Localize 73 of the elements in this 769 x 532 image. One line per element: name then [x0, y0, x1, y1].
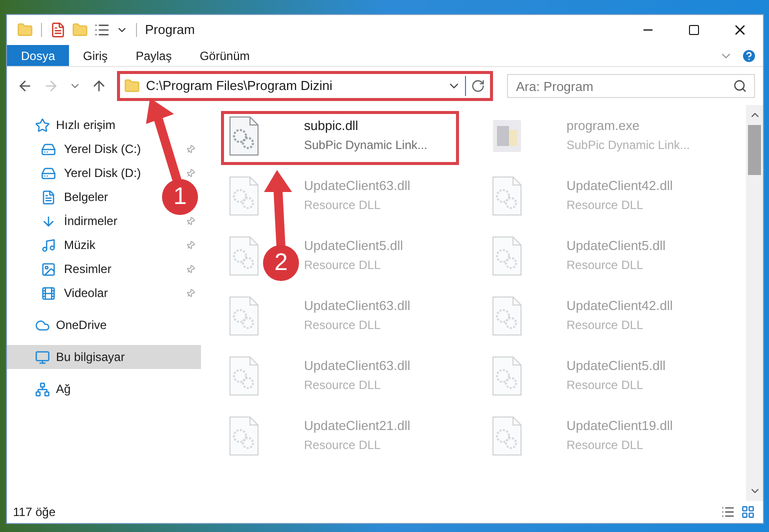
file-type: Resource DLL	[304, 196, 382, 214]
settings-file-icon	[490, 176, 522, 216]
nav-item[interactable]: Belgeler	[41, 185, 112, 209]
window-title: Program	[145, 21, 195, 40]
download-icon	[41, 214, 56, 228]
film-icon	[41, 286, 56, 300]
file-type: Resource DLL	[566, 436, 644, 454]
star-icon	[35, 118, 50, 132]
nav-item[interactable]: Bu bilgisayar	[7, 345, 201, 369]
nav-item[interactable]: OneDrive	[7, 313, 111, 337]
pin-icon[interactable]	[184, 262, 197, 276]
help-icon[interactable]	[741, 48, 757, 64]
nav-item[interactable]: Videolar	[41, 281, 201, 305]
ribbon-tab[interactable]: Görünüm	[186, 45, 264, 66]
properties-icon[interactable]	[94, 22, 110, 38]
large-icons-view-icon[interactable]	[741, 505, 755, 519]
pin-icon[interactable]	[184, 238, 197, 252]
file-type: Resource DLL	[304, 256, 382, 274]
file-item[interactable]: subpic.dll SubPic Dynamic Link...	[221, 111, 459, 165]
search-icon	[733, 79, 747, 93]
file-type: Resource DLL	[566, 376, 644, 394]
file-type: Resource DLL	[304, 376, 382, 394]
address-bar[interactable]: C:\Program Files\Program Dizini	[117, 71, 493, 101]
settings-file-icon	[490, 296, 522, 336]
document-icon	[41, 190, 56, 204]
file-name[interactable]: subpic.dll	[304, 116, 428, 136]
ribbon-tab[interactable]: Dosya	[7, 45, 70, 66]
network-icon	[35, 382, 50, 396]
nav-item[interactable]: Ağ	[7, 377, 75, 401]
settings-file-icon	[228, 296, 260, 336]
nav-item[interactable]: Müzik	[41, 233, 201, 257]
music-note-icon	[41, 238, 56, 252]
nav-item[interactable]: Resimler	[41, 257, 201, 281]
nav-item[interactable]: Yerel Disk (C:)	[41, 137, 201, 161]
file-type: SubPic Dynamic Link...	[566, 136, 690, 154]
settings-file-icon	[490, 236, 522, 276]
pin-icon[interactable]	[184, 166, 197, 180]
file-type: Resource DLL	[304, 316, 382, 334]
settings-file-icon	[228, 356, 260, 396]
settings-file-icon	[228, 236, 260, 276]
settings-file-icon	[228, 116, 260, 156]
pin-icon[interactable]	[184, 214, 197, 228]
drive-icon	[41, 166, 56, 180]
scrollbar[interactable]	[746, 105, 763, 501]
file-type: Resource DLL	[566, 196, 644, 214]
monitor-icon	[35, 350, 50, 364]
picture-frame-icon	[41, 262, 56, 276]
pin-icon[interactable]	[184, 142, 197, 156]
up-icon[interactable]	[91, 78, 107, 94]
drive-icon	[41, 142, 56, 156]
settings-file-icon	[490, 356, 522, 396]
item-count: 117 öğe	[13, 504, 56, 521]
pin-icon[interactable]	[184, 286, 197, 300]
file-type: Resource DLL	[566, 256, 644, 274]
file-type: Resource DLL	[304, 436, 382, 454]
file-type: SubPic Dynamic Link...	[304, 136, 428, 154]
file-type: Resource DLL	[566, 316, 644, 334]
refresh-icon[interactable]	[471, 79, 485, 93]
ribbon-tab[interactable]: Paylaş	[122, 45, 186, 66]
back-icon[interactable]	[17, 78, 33, 94]
nav-item[interactable]: Hızlı erişim	[7, 113, 120, 137]
details-view-icon[interactable]	[721, 505, 735, 519]
folder-icon	[124, 78, 140, 94]
scrollbar-thumb[interactable]	[748, 125, 761, 175]
settings-file-icon	[228, 176, 260, 216]
settings-file-icon	[490, 416, 522, 456]
cloud-icon	[35, 318, 50, 332]
address-path: C:\Program Files\Program Dizini	[146, 77, 334, 96]
search-field[interactable]: Ara: Program	[507, 74, 755, 98]
settings-file-icon	[228, 416, 260, 456]
maximize-icon	[688, 24, 700, 36]
checklist-icon[interactable]	[50, 22, 66, 38]
ribbon-tab[interactable]: Giriş	[69, 45, 122, 66]
